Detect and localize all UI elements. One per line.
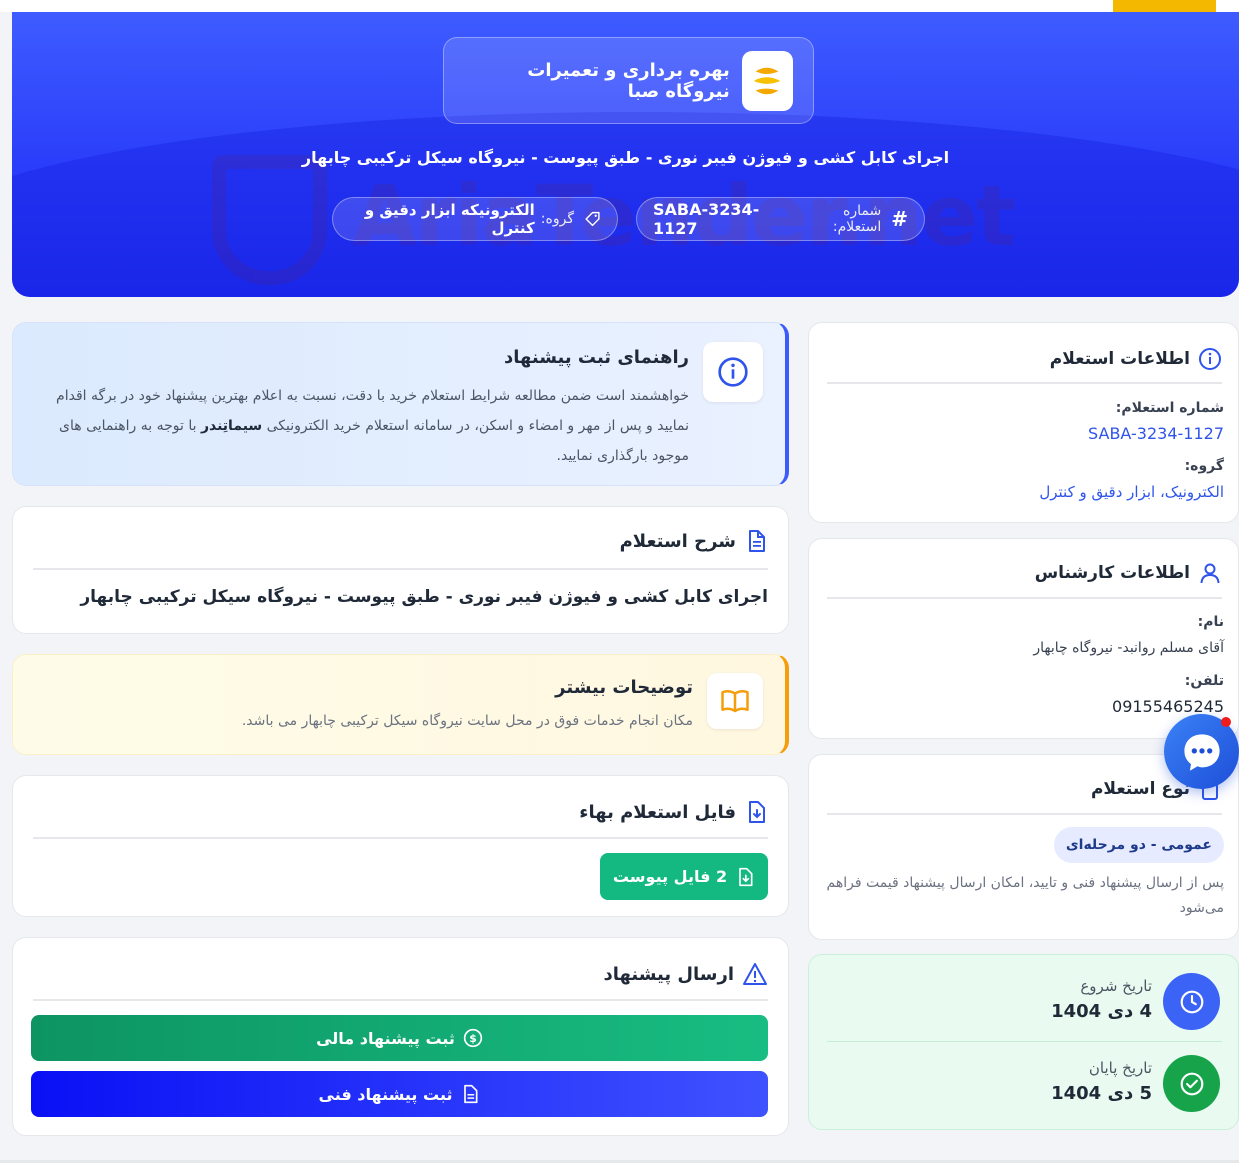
warning-icon: [743, 963, 767, 985]
tender-info-title: اطلاعات استعلام: [1049, 349, 1190, 369]
expert-card: اطلاعات کارشناس نام: آقای مسلم روانبد- ن…: [808, 538, 1239, 739]
guide-brand: سیماتِندر: [200, 418, 263, 434]
guide-title: راهنمای ثبت پیشنهاد: [503, 347, 689, 368]
files-title: فایل استعلام بهاء: [579, 801, 736, 823]
tender-info-group: الکترونیک، ابزار دقیق و کنترل: [1039, 483, 1224, 501]
svg-text:$: $: [469, 1032, 477, 1045]
guide-icon-box: [703, 342, 763, 402]
end-date: 5 دی 1404: [1051, 1083, 1152, 1104]
company-card: بهره برداری و تعمیرات نیروگاه صبا: [443, 37, 814, 124]
tag-icon: [585, 211, 600, 227]
more-info-card: توضیحات بیشتر مکان انجام خدمات فوق در مح…: [12, 654, 789, 755]
company-name: بهره برداری و تعمیرات نیروگاه صبا: [527, 59, 730, 102]
tender-type-card: نوع استعلام عمومی - دو مرحله‌ای پس از ار…: [808, 754, 1239, 940]
tender-group-label: گروه:: [540, 211, 574, 227]
more-info-text: مکان انجام خدمات فوق در محل سایت نیروگاه…: [241, 713, 693, 729]
tender-type-divider: [827, 813, 1222, 815]
tender-group-pill: گروه: الکترونیکه ابزار دقیق و کنترل: [332, 197, 618, 241]
financial-offer-label: ثبت پیشنهاد مالی: [316, 1028, 455, 1048]
clock-icon: [1180, 990, 1203, 1013]
guide-card: راهنمای ثبت پیشنهاد خواهشمند است ضمن مطا…: [12, 322, 789, 486]
tender-info-header: اطلاعات استعلام: [1050, 347, 1222, 371]
hash-icon: #: [891, 207, 908, 231]
submit-card: ارسال پیشنهاد $ ثبت پیشنهاد مالی ثبت پیش…: [12, 937, 789, 1136]
files-divider: [33, 837, 768, 839]
file-attachment-icon: [739, 867, 753, 886]
description-header: شرح استعلام: [620, 529, 768, 553]
dates-card: تاریخ شروع 4 دی 1404 تاریخ پایان 5 دی 14…: [808, 954, 1239, 1130]
info-icon: [1199, 348, 1221, 370]
expert-phone: 09155465245: [1112, 697, 1224, 716]
document-icon: [749, 530, 765, 552]
book-icon: [721, 690, 749, 713]
submit-title: ارسال پیشنهاد: [603, 963, 734, 985]
more-info-icon-box: [707, 673, 763, 729]
expert-divider: [827, 597, 1222, 599]
user-icon: [1200, 563, 1220, 584]
expert-header: اطلاعات کارشناس: [1035, 561, 1222, 585]
files-card: فایل استعلام بهاء 2 فایل پیوست: [12, 775, 789, 917]
guide-text: خواهشمند است ضمن مطالعه شرایط استعلام خر…: [39, 381, 689, 471]
watermark-shield-icon: [212, 155, 327, 285]
submit-divider: [33, 999, 768, 1001]
financial-offer-button[interactable]: $ ثبت پیشنهاد مالی: [31, 1015, 768, 1061]
tender-info-divider: [827, 382, 1222, 384]
expert-phone-label: تلفن:: [1184, 673, 1224, 689]
check-icon-circle: [1163, 1055, 1220, 1112]
dollar-icon: $: [463, 1028, 483, 1048]
top-bar: [0, 0, 1239, 12]
tender-info-card: اطلاعات استعلام شماره استعلام: SABA-3234…: [808, 322, 1239, 523]
description-divider: [33, 568, 768, 570]
info-icon: [718, 357, 748, 387]
clock-icon-circle: [1163, 973, 1220, 1030]
tender-number: SABA-3234-1127: [653, 200, 760, 238]
attachments-button-label: 2 فایل پیوست: [612, 867, 728, 886]
dates-divider: [827, 1041, 1222, 1042]
company-logo: [741, 50, 793, 111]
tender-title: اجرای کابل کشی و فیوژن فیبر نوری - طبق پ…: [301, 148, 950, 167]
tender-info-group-label: گروه:: [1184, 458, 1224, 474]
tender-group: الکترونیکه ابزار دقیق و کنترل: [364, 201, 535, 237]
files-header: فایل استعلام بهاء: [579, 800, 768, 824]
tender-type-text: پس از ارسال پیشنهاد فنی و تایید، امکان ا…: [826, 875, 1225, 916]
tender-type-badge: عمومی - دو مرحله‌ای: [1053, 827, 1224, 863]
start-date: 4 دی 1404: [1051, 1001, 1152, 1022]
tender-number-label: شماره استعلام:: [832, 203, 882, 235]
chat-icon: [1183, 733, 1220, 771]
top-bar-accent: [1113, 0, 1216, 12]
expert-name: آقای مسلم روانبد- نیروگاه چابهار: [1033, 640, 1224, 656]
description-text: اجرای کابل کشی و فیوژن فیبر نوری - طبق پ…: [80, 587, 768, 607]
attachments-button[interactable]: 2 فایل پیوست: [600, 853, 768, 900]
more-info-title: توضیحات بیشتر: [555, 677, 693, 698]
tender-info-number: SABA-3234-1127: [1088, 424, 1224, 443]
tender-info-number-label: شماره استعلام:: [1115, 400, 1224, 416]
technical-offer-label: ثبت پیشنهاد فنی: [318, 1084, 453, 1104]
check-circle-icon: [1180, 1072, 1203, 1095]
tender-number-pill: # شماره استعلام: SABA-3234-1127: [636, 197, 925, 241]
expert-name-label: نام:: [1197, 614, 1224, 630]
description-card: شرح استعلام اجرای کابل کشی و فیوژن فیبر …: [12, 506, 789, 634]
end-date-label: تاریخ پایان: [1088, 1059, 1152, 1077]
technical-offer-button[interactable]: ثبت پیشنهاد فنی: [31, 1071, 768, 1117]
document-icon: [464, 1084, 478, 1104]
chat-notification-dot: [1221, 717, 1231, 727]
tender-type-title: نوع استعلام: [1090, 779, 1190, 799]
file-download-icon: [749, 801, 765, 823]
start-date-label: تاریخ شروع: [1080, 977, 1152, 995]
description-title: شرح استعلام: [619, 530, 736, 552]
submit-header: ارسال پیشنهاد: [603, 962, 768, 986]
company-logo-icon: [754, 67, 781, 94]
expert-title: اطلاعات کارشناس: [1034, 563, 1190, 583]
